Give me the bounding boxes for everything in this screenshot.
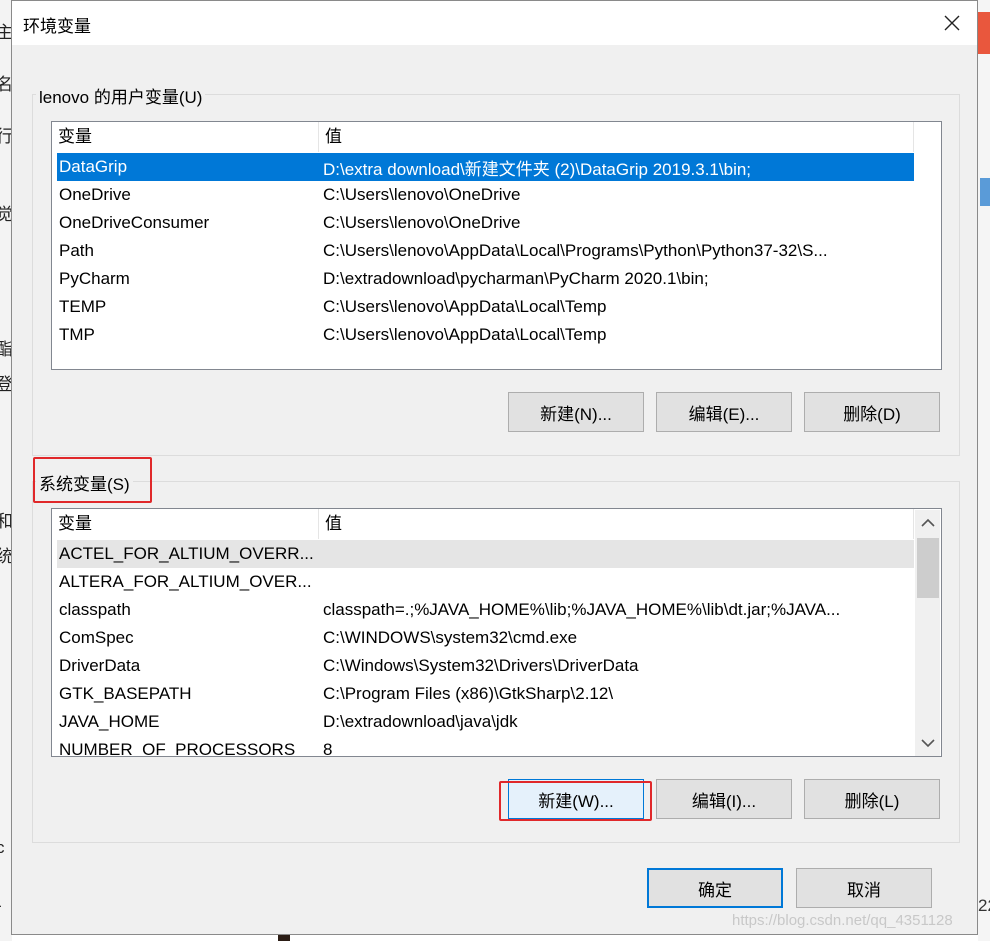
variable-name-cell: PyCharm	[59, 269, 130, 288]
variable-value-cell: D:\extradownload\pycharman\PyCharm 2020.…	[323, 269, 709, 288]
column-header-variable[interactable]: 变量	[52, 509, 319, 539]
column-header-variable[interactable]: 变量	[52, 122, 319, 152]
variable-value-cell: C:\WINDOWS\system32\cmd.exe	[323, 628, 578, 647]
table-row[interactable]: classpath classpath=.;%JAVA_HOME%\lib;%JA…	[57, 596, 914, 624]
variable-value-cell: D:\extradownload\java\jdk	[323, 712, 518, 731]
background-text: 22	[978, 896, 990, 915]
watermark: https://blog.csdn.net/qq_4351128	[732, 912, 953, 929]
variable-value-cell: D:\extra download\新建文件夹 (2)\DataGrip 201…	[323, 159, 752, 179]
system-edit-button[interactable]: 编辑(I)...	[656, 779, 792, 819]
table-row[interactable]: JAVA_HOME D:\extradownload\java\jdk	[57, 708, 914, 736]
table-row[interactable]: ACTEL_FOR_ALTIUM_OVERR...	[57, 540, 914, 568]
variable-value-cell: C:\Users\lenovo\OneDrive	[323, 213, 521, 232]
system-variables-list[interactable]: 变量 值 ACTEL_FOR_ALTIUM_OVERR... ALTERA_FOR…	[51, 508, 942, 757]
table-row[interactable]: GTK_BASEPATH C:\Program Files (x86)\GtkSh…	[57, 680, 914, 708]
chevron-up-icon	[920, 518, 935, 527]
variable-name-cell: TEMP	[59, 297, 107, 316]
table-row[interactable]: TMP C:\Users\lenovo\AppData\Local\Temp	[57, 321, 914, 349]
system-variables-rows: ACTEL_FOR_ALTIUM_OVERR... ALTERA_FOR_ALTI…	[57, 540, 914, 757]
variable-name-cell: classpath	[59, 600, 131, 619]
table-row[interactable]: PyCharm D:\extradownload\pycharman\PyChar…	[57, 265, 914, 293]
close-button[interactable]	[932, 7, 972, 39]
variable-value-cell: C:\Users\lenovo\AppData\Local\Temp	[323, 325, 607, 344]
background-accent	[978, 12, 990, 54]
background-accent	[980, 178, 990, 206]
table-row[interactable]: NUMBER_OF_PROCESSORS 8	[57, 736, 914, 757]
variable-name-cell: Path	[59, 241, 94, 260]
user-variables-rows: DataGrip D:\extra download\新建文件夹 (2)\Data…	[57, 153, 914, 349]
variable-value-cell: C:\Program Files (x86)\GtkSharp\2.12\	[323, 684, 614, 703]
environment-variables-dialog: 环境变量 lenovo 的用户变量(U) 变量 值 DataGrip D:\ext…	[11, 0, 978, 935]
user-new-button[interactable]: 新建(N)...	[508, 392, 644, 432]
variable-value-cell: C:\Users\lenovo\OneDrive	[323, 185, 521, 204]
variable-value-cell: C:\Windows\System32\Drivers\DriverData	[323, 656, 639, 675]
user-variables-label: lenovo 的用户变量(U)	[36, 83, 206, 108]
title-bar: 环境变量	[12, 1, 977, 45]
variable-name-cell: GTK_BASEPATH	[59, 684, 192, 703]
vertical-scrollbar[interactable]	[915, 510, 940, 756]
table-row[interactable]: ALTERA_FOR_ALTIUM_OVER...	[57, 568, 914, 596]
list-header: 变量 值	[52, 509, 914, 539]
user-variables-list[interactable]: 变量 值 DataGrip D:\extra download\新建文件夹 (2)…	[51, 121, 942, 370]
user-edit-button[interactable]: 编辑(E)...	[656, 392, 792, 432]
list-header: 变量 值	[52, 122, 914, 152]
table-row[interactable]: Path C:\Users\lenovo\AppData\Local\Progra…	[57, 237, 914, 265]
close-icon	[944, 15, 960, 31]
variable-name-cell: DataGrip	[59, 157, 128, 176]
variable-name-cell: NUMBER_OF_PROCESSORS	[59, 740, 296, 757]
ok-button[interactable]: 确定	[647, 868, 783, 908]
column-header-value[interactable]: 值	[319, 122, 914, 152]
variable-name-cell: ACTEL_FOR_ALTIUM_OVERR...	[59, 544, 314, 563]
table-row[interactable]: TEMP C:\Users\lenovo\AppData\Local\Temp	[57, 293, 914, 321]
table-row[interactable]: DataGrip D:\extra download\新建文件夹 (2)\Data…	[57, 153, 914, 181]
variable-name-cell: OneDriveConsumer	[59, 213, 210, 232]
scroll-up-button[interactable]	[915, 510, 940, 536]
table-row[interactable]: OneDriveConsumer C:\Users\lenovo\OneDrive	[57, 209, 914, 237]
scroll-down-button[interactable]	[915, 730, 940, 756]
table-row[interactable]: ComSpec C:\WINDOWS\system32\cmd.exe	[57, 624, 914, 652]
system-new-button[interactable]: 新建(W)...	[508, 779, 644, 819]
cancel-button[interactable]: 取消	[796, 868, 932, 908]
column-header-value[interactable]: 值	[319, 509, 914, 539]
variable-name-cell: OneDrive	[59, 185, 131, 204]
variable-value-cell: C:\Users\lenovo\AppData\Local\Programs\P…	[323, 241, 828, 260]
variable-name-cell: JAVA_HOME	[59, 712, 160, 731]
variable-name-cell: ALTERA_FOR_ALTIUM_OVER...	[59, 572, 312, 591]
background-window-right: 22	[978, 0, 990, 941]
system-variables-label: 系统变量(S)	[36, 470, 133, 495]
table-row[interactable]: DriverData C:\Windows\System32\Drivers\Dr…	[57, 652, 914, 680]
variable-name-cell: TMP	[59, 325, 95, 344]
variable-name-cell: ComSpec	[59, 628, 134, 647]
variable-value-cell: C:\Users\lenovo\AppData\Local\Temp	[323, 297, 607, 316]
scroll-thumb[interactable]	[917, 538, 939, 598]
variable-value-cell: classpath=.;%JAVA_HOME%\lib;%JAVA_HOME%\…	[323, 600, 841, 619]
table-row[interactable]: OneDrive C:\Users\lenovo\OneDrive	[57, 181, 914, 209]
variable-value-cell: 8	[323, 740, 333, 757]
system-delete-button[interactable]: 删除(L)	[804, 779, 940, 819]
user-delete-button[interactable]: 删除(D)	[804, 392, 940, 432]
variable-name-cell: DriverData	[59, 656, 141, 675]
chevron-down-icon	[920, 739, 935, 748]
dialog-title: 环境变量	[23, 17, 91, 36]
